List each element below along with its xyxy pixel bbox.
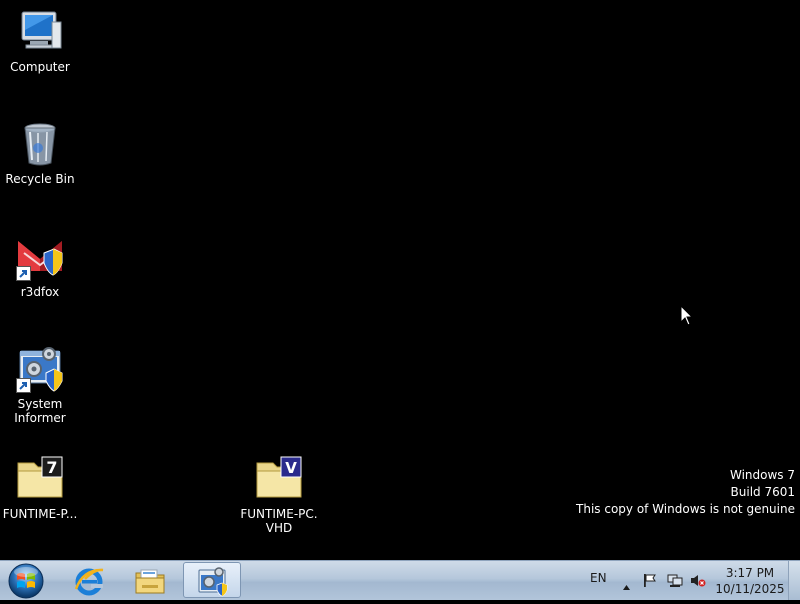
svg-text:7: 7 (46, 458, 57, 477)
watermark-os-name: Windows 7 (729, 468, 795, 482)
recycle-bin-desktop-icon[interactable]: Recycle Bin (0, 120, 80, 186)
clock-time: 3:17 PM (725, 566, 775, 580)
funtime-vhd-desktop-icon[interactable]: V FUNTIME-PC. VHD (239, 455, 319, 535)
system-informer-label: System Informer (14, 397, 66, 425)
show-hidden-icons-arrow[interactable] (622, 576, 631, 595)
shortcut-arrow-icon (16, 266, 31, 281)
funtime-archive-desktop-icon[interactable]: 7 FUNTIME-P... (0, 455, 80, 521)
vhd-file-icon: V (255, 455, 303, 503)
network-icon[interactable] (667, 573, 683, 592)
r3dfox-icon (16, 233, 64, 281)
taskbar-internet-explorer-button[interactable] (60, 562, 118, 598)
recycle-bin-icon (16, 120, 64, 168)
taskbar-windows-explorer-button[interactable] (121, 562, 179, 598)
computer-icon (16, 8, 64, 56)
desktop[interactable]: Computer Recycle Bin r3dfox System Infor… (0, 0, 800, 560)
shortcut-arrow-icon (16, 378, 31, 393)
action-center-flag-icon[interactable] (643, 573, 657, 592)
watermark-build: Build 7601 (730, 485, 795, 499)
system-informer-icon (197, 566, 229, 598)
taskbar-clock[interactable]: 3:17 PM 10/11/2025 (714, 565, 786, 597)
7z-archive-icon: 7 (16, 455, 64, 503)
r3dfox-label: r3dfox (20, 285, 60, 299)
computer-label: Computer (10, 60, 70, 74)
system-informer-icon (16, 345, 64, 393)
volume-muted-icon[interactable] (690, 573, 706, 592)
windows-orb-icon (8, 563, 44, 599)
internet-explorer-icon (73, 565, 105, 597)
clock-date: 10/11/2025 (715, 582, 785, 596)
r3dfox-desktop-icon[interactable]: r3dfox (0, 233, 80, 299)
taskbar-system-informer-button[interactable] (183, 562, 241, 598)
computer-desktop-icon[interactable]: Computer (0, 8, 80, 74)
folder-library-icon (134, 565, 166, 597)
windows-not-genuine-watermark: Windows 7 Build 7601 This copy of Window… (576, 467, 795, 518)
svg-text:V: V (285, 459, 297, 477)
show-desktop-button[interactable] (788, 561, 800, 600)
funtime-archive-label: FUNTIME-P... (2, 507, 78, 521)
system-informer-desktop-icon[interactable]: System Informer (0, 345, 80, 425)
funtime-vhd-label: FUNTIME-PC. VHD (240, 507, 318, 535)
taskbar: EN 3:17 PM 10/11/2025 (0, 560, 800, 600)
recycle-bin-label: Recycle Bin (5, 172, 75, 186)
start-button[interactable] (4, 561, 48, 600)
language-indicator[interactable]: EN (590, 571, 607, 585)
watermark-not-genuine: This copy of Windows is not genuine (576, 502, 795, 516)
mouse-pointer-icon (680, 304, 694, 331)
